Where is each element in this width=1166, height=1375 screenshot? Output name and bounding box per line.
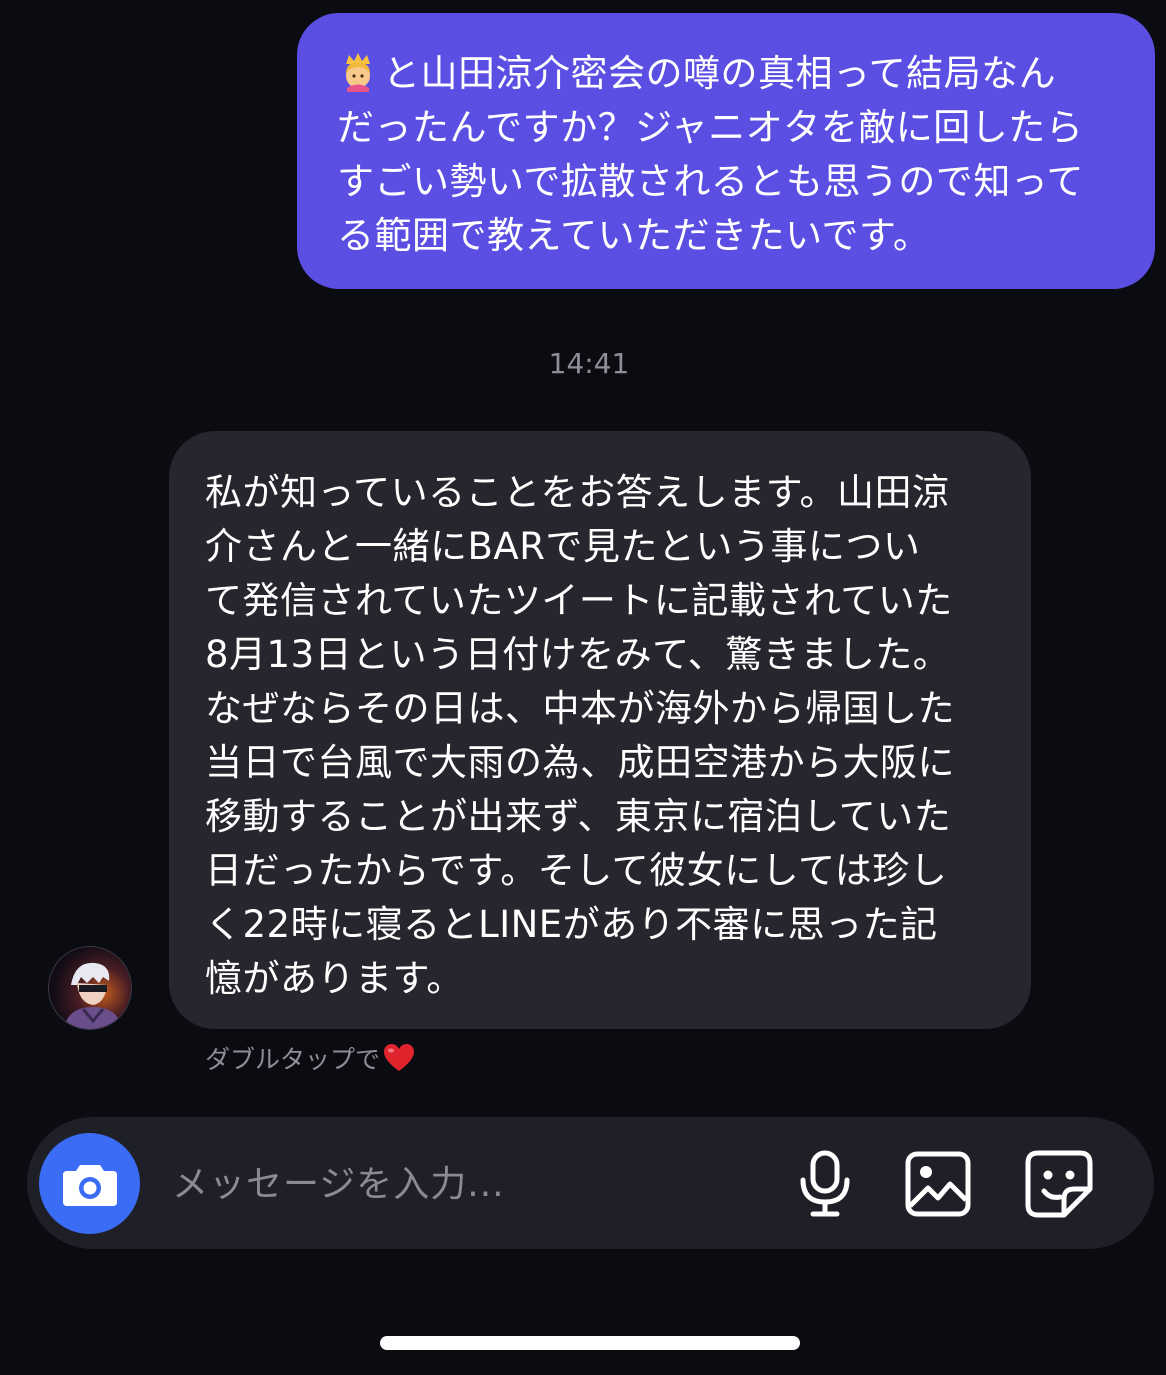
camera-icon: [62, 1164, 117, 1206]
princess-emoji-icon: [346, 53, 370, 92]
home-indicator[interactable]: [380, 1336, 800, 1350]
microphone-icon: [800, 1150, 850, 1217]
message-timestamp: 14:41: [548, 347, 630, 380]
message-input[interactable]: [170, 1150, 774, 1218]
avatar-image-icon: [49, 947, 131, 1029]
sent-message-bubble[interactable]: と山田涼介密会の噂の真相って結局なん だったんですか？ジャニオタを敵に回したら …: [297, 13, 1155, 289]
reaction-hint: ダブルタップで: [205, 1040, 416, 1076]
camera-button[interactable]: [39, 1133, 140, 1234]
microphone-button[interactable]: [790, 1149, 860, 1219]
heart-icon: [384, 1044, 415, 1071]
sent-message-text: と山田涼介密会の噂の真相って結局なん だったんですか？ジャニオタを敵に回したら …: [337, 52, 1085, 257]
image-icon: [905, 1151, 971, 1217]
gallery-button[interactable]: [903, 1149, 973, 1219]
avatar[interactable]: [48, 946, 132, 1030]
reaction-hint-label: ダブルタップで: [205, 1045, 381, 1074]
received-message-bubble[interactable]: 私が知っていることをお答えします。山田涼 介さんと一緒にBARで見たという事につ…: [169, 431, 1031, 1029]
sticker-button[interactable]: [1024, 1149, 1094, 1219]
sticker-icon: [1025, 1150, 1093, 1218]
